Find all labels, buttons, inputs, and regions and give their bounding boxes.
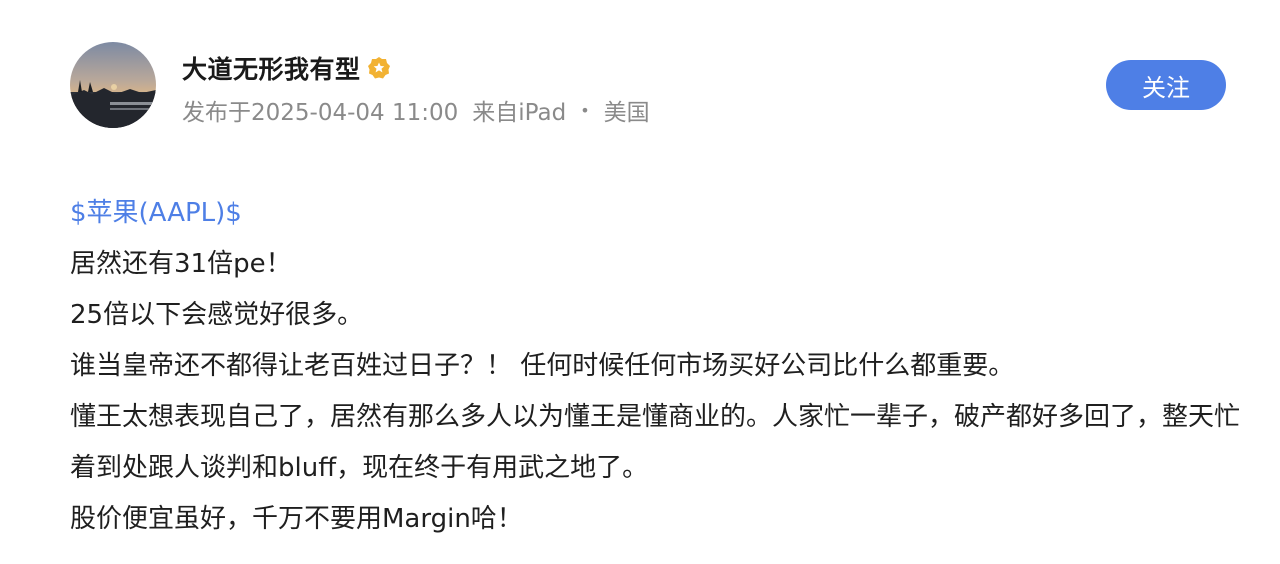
post-source: 来自iPad bbox=[472, 100, 567, 126]
meta-separator: • bbox=[580, 100, 590, 120]
verified-star-badge-icon bbox=[367, 56, 391, 80]
post-line: 居然还有31倍pe！ bbox=[70, 249, 292, 279]
post-card: 大道无形我有型 发布于2025-04-04 11:00 来自iPad • 美国 … bbox=[0, 0, 1280, 564]
follow-button[interactable]: 关注 bbox=[1106, 60, 1226, 110]
post-line: 股价便宜虽好，千万不要用Margin哈！ bbox=[70, 504, 523, 534]
stock-tag-line: $苹果(AAPL)$ bbox=[70, 188, 1240, 239]
stock-tag-link[interactable]: $苹果(AAPL)$ bbox=[70, 198, 242, 228]
post-line: 25倍以下会感觉好很多。 bbox=[70, 300, 364, 330]
post-content: $苹果(AAPL)$ 居然还有31倍pe！ 25倍以下会感觉好很多。 谁当皇帝还… bbox=[70, 188, 1240, 545]
author-name[interactable]: 大道无形我有型 bbox=[182, 50, 361, 86]
author-line: 大道无形我有型 bbox=[182, 50, 391, 86]
post-meta: 发布于2025-04-04 11:00 来自iPad • 美国 bbox=[182, 94, 650, 126]
post-line: 谁当皇帝还不都得让老百姓过日子？！ 任何时候任何市场买好公司比什么都重要。 bbox=[70, 351, 1015, 381]
post-line: 懂王太想表现自己了，居然有那么多人以为懂王是懂商业的。人家忙一辈子，破产都好多回… bbox=[70, 402, 1241, 483]
avatar-photo-icon bbox=[70, 42, 156, 128]
avatar[interactable] bbox=[70, 42, 156, 128]
post-location: 美国 bbox=[603, 100, 650, 126]
publish-time: 发布于2025-04-04 11:00 bbox=[182, 100, 459, 126]
